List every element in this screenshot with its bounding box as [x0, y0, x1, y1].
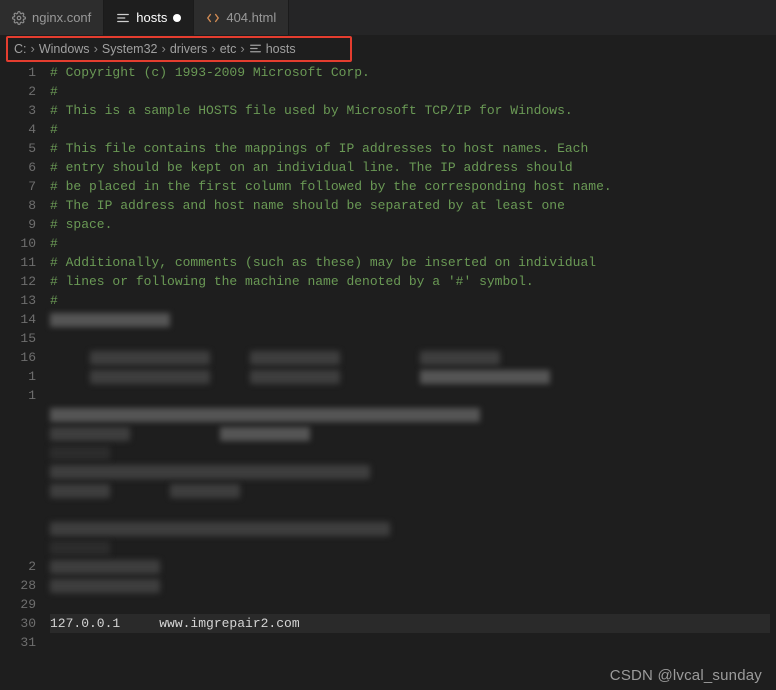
tab-hosts[interactable]: hosts	[104, 0, 194, 35]
editor-area[interactable]: 123 456 789 101112 131415 1611 2 282930 …	[0, 63, 776, 662]
tab-404-html[interactable]: 404.html	[194, 0, 289, 35]
censored-line	[50, 367, 770, 386]
censored-line	[50, 481, 770, 500]
tab-label: hosts	[136, 10, 167, 25]
code-line[interactable]: # Copyright (c) 1993-2009 Microsoft Corp…	[50, 63, 770, 82]
chevron-right-icon: ›	[238, 41, 246, 56]
dirty-indicator-icon	[173, 14, 181, 22]
lines-icon	[116, 11, 130, 25]
code-line[interactable]: 127.0.0.1 www.imgrepair2.com	[50, 614, 770, 633]
chevron-right-icon: ›	[160, 41, 168, 56]
code-icon	[206, 11, 220, 25]
code-line[interactable]: # lines or following the machine name de…	[50, 272, 770, 291]
tab-nginx-conf[interactable]: nginx.conf	[0, 0, 104, 35]
code-line[interactable]: # be placed in the first column followed…	[50, 177, 770, 196]
breadcrumb-segment[interactable]: drivers	[170, 42, 208, 56]
lines-icon	[249, 42, 262, 55]
breadcrumb-bar: C: › Windows › System32 › drivers › etc …	[0, 35, 776, 63]
censored-line	[50, 500, 770, 519]
breadcrumb-segment[interactable]: System32	[102, 42, 158, 56]
censored-line	[50, 557, 770, 576]
censored-line	[50, 386, 770, 405]
censored-line	[50, 405, 770, 424]
censored-line	[50, 310, 770, 329]
chevron-right-icon: ›	[29, 41, 37, 56]
watermark: CSDN @lvcal_sunday	[610, 667, 762, 684]
censored-line	[50, 424, 770, 443]
code-line[interactable]: #	[50, 234, 770, 253]
censored-line	[50, 462, 770, 481]
code-line[interactable]: #	[50, 120, 770, 139]
tab-label: 404.html	[226, 10, 276, 25]
breadcrumb-segment[interactable]: Windows	[39, 42, 90, 56]
code-line[interactable]: # This is a sample HOSTS file used by Mi…	[50, 101, 770, 120]
censored-line	[50, 348, 770, 367]
chevron-right-icon: ›	[92, 41, 100, 56]
breadcrumb-file[interactable]: hosts	[249, 42, 296, 56]
censored-line	[50, 576, 770, 595]
line-gutter: 123 456 789 101112 131415 1611 2 282930 …	[0, 63, 50, 662]
tab-label: nginx.conf	[32, 10, 91, 25]
code-line[interactable]: #	[50, 291, 770, 310]
censored-line	[50, 519, 770, 538]
censored-line	[50, 595, 770, 614]
code-line[interactable]: # space.	[50, 215, 770, 234]
breadcrumb: C: › Windows › System32 › drivers › etc …	[0, 38, 776, 59]
code-line[interactable]: # entry should be kept on an individual …	[50, 158, 770, 177]
code-line[interactable]: # Additionally, comments (such as these)…	[50, 253, 770, 272]
code-line[interactable]: #	[50, 82, 770, 101]
breadcrumb-segment[interactable]: C:	[14, 42, 27, 56]
code-line[interactable]: # The IP address and host name should be…	[50, 196, 770, 215]
censored-line	[50, 443, 770, 462]
breadcrumb-segment[interactable]: etc	[220, 42, 237, 56]
censored-line	[50, 538, 770, 557]
censored-line	[50, 329, 770, 348]
chevron-right-icon: ›	[209, 41, 217, 56]
code-line[interactable]: # This file contains the mappings of IP …	[50, 139, 770, 158]
gear-icon	[12, 11, 26, 25]
tab-bar: nginx.conf hosts 404.html	[0, 0, 776, 35]
code-content[interactable]: # Copyright (c) 1993-2009 Microsoft Corp…	[50, 63, 776, 662]
